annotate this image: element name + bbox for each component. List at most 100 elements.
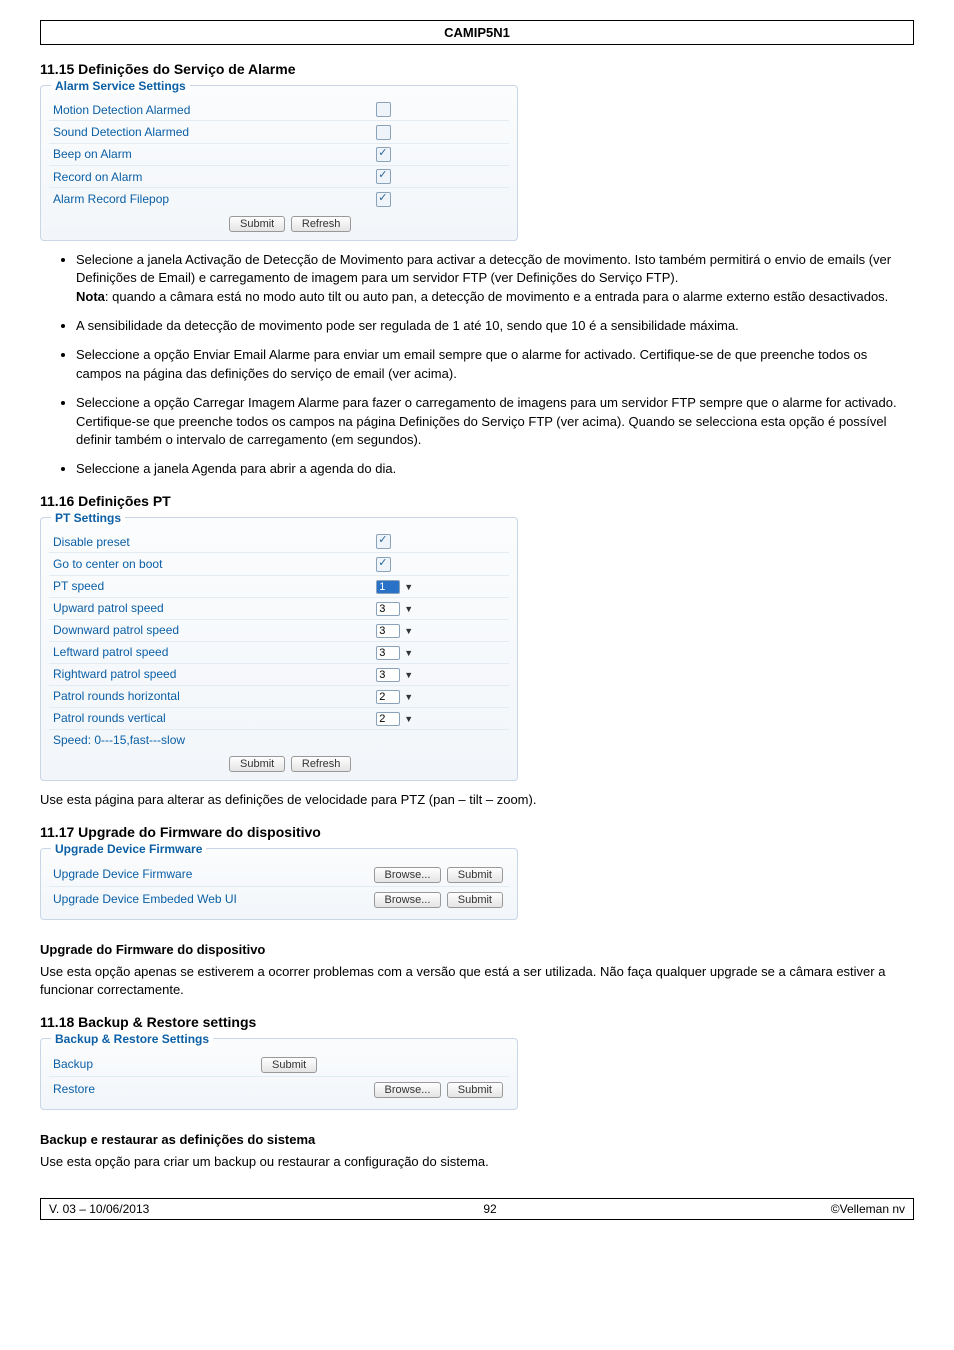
backup-panel-legend: Backup & Restore Settings [51,1032,213,1046]
footer-left: V. 03 – 10/06/2013 [49,1202,149,1216]
table-row: Speed: 0---15,fast---slow [49,729,509,750]
list-item: Seleccione a janela Agenda para abrir a … [76,460,914,479]
disable-preset-checkbox[interactable] [376,534,391,549]
section-11-15-title: 11.15 Definições do Serviço de Alarme [40,61,914,77]
row-label: Sound Detection Alarmed [49,121,372,143]
table-row: Upward patrol speed 3 ▼ [49,597,509,619]
refresh-button[interactable]: Refresh [291,756,352,772]
row-label: Alarm Record Filepop [49,188,372,210]
chevron-down-icon: ▼ [404,692,413,702]
row-label: Patrol rounds horizontal [49,685,372,707]
beep-on-alarm-checkbox[interactable] [376,147,391,162]
motion-detection-checkbox[interactable] [376,102,391,117]
table-row: Patrol rounds vertical 2 ▼ [49,707,509,729]
section-11-16-title: 11.16 Definições PT [40,493,914,509]
chevron-down-icon: ▼ [404,582,413,592]
table-row: Beep on Alarm [49,143,509,165]
row-label: Patrol rounds vertical [49,707,372,729]
table-row: Motion Detection Alarmed [49,99,509,121]
go-center-boot-checkbox[interactable] [376,557,391,572]
row-label: Motion Detection Alarmed [49,99,372,121]
section-11-17-title: 11.17 Upgrade do Firmware do dispositivo [40,824,914,840]
chevron-down-icon: ▼ [404,626,413,636]
list-item: Selecione a janela Activação de Detecção… [76,251,914,308]
alarm-record-filepop-checkbox[interactable] [376,192,391,207]
upward-patrol-select[interactable]: 3 [376,602,400,616]
restore-browse-button[interactable]: Browse... [374,1082,442,1098]
sound-detection-checkbox[interactable] [376,125,391,140]
table-row: Upgrade Device Embeded Web UI Browse... … [49,886,509,911]
bullet-text: Selecione a janela Activação de Detecção… [76,252,891,286]
patrol-vertical-select[interactable]: 2 [376,712,400,726]
rightward-patrol-select[interactable]: 3 [376,668,400,682]
footer-right: ©Velleman nv [831,1202,905,1216]
row-label: Beep on Alarm [49,143,372,165]
row-label: Go to center on boot [49,553,372,575]
row-label: Upgrade Device Embeded Web UI [49,886,257,911]
submit-button[interactable]: Submit [229,216,285,232]
section-11-15-bullets: Selecione a janela Activação de Detecção… [58,251,914,479]
table-row: Rightward patrol speed 3 ▼ [49,663,509,685]
table-row: Backup Submit [49,1052,509,1077]
restore-submit-button[interactable]: Submit [447,1082,503,1098]
chevron-down-icon: ▼ [404,670,413,680]
leftward-patrol-select[interactable]: 3 [376,646,400,660]
pt-settings-table: Disable preset Go to center on boot PT s… [49,531,509,750]
nota-text: : quando a câmara está no modo auto tilt… [105,289,888,304]
section-11-16-para: Use esta página para alterar as definiçõ… [40,791,914,810]
page-header: CAMIP5N1 [40,20,914,45]
row-label: Backup [49,1052,257,1077]
page-footer: V. 03 – 10/06/2013 92 ©Velleman nv [40,1198,914,1220]
page-title: CAMIP5N1 [444,25,510,40]
row-label: Record on Alarm [49,165,372,187]
list-item: Seleccione a opção Enviar Email Alarme p… [76,346,914,384]
bullet-text: Certifique-se que preenche todos os camp… [76,414,887,448]
chevron-down-icon: ▼ [404,604,413,614]
pt-speed-select[interactable]: 1 [376,580,400,594]
row-label: Restore [49,1077,257,1102]
chevron-down-icon: ▼ [404,648,413,658]
submit-button[interactable]: Submit [229,756,285,772]
row-label: Upgrade Device Firmware [49,862,257,887]
bullet-text: Seleccione a opção Carregar Imagem Alarm… [76,395,897,410]
table-row: Leftward patrol speed 3 ▼ [49,641,509,663]
table-row: Go to center on boot [49,553,509,575]
browse-button[interactable]: Browse... [374,892,442,908]
row-label: Disable preset [49,531,372,553]
row-label: Leftward patrol speed [49,641,372,663]
record-on-alarm-checkbox[interactable] [376,169,391,184]
refresh-button[interactable]: Refresh [291,216,352,232]
alarm-panel-legend: Alarm Service Settings [51,79,190,93]
browse-button[interactable]: Browse... [374,867,442,883]
nota-label: Nota [76,289,105,304]
chevron-down-icon: ▼ [404,714,413,724]
table-row: Alarm Record Filepop [49,188,509,210]
pt-settings-panel: PT Settings Disable preset Go to center … [40,517,518,781]
backup-subtitle: Backup e restaurar as definições do sist… [40,1132,914,1147]
upgrade-table: Upgrade Device Firmware Browse... Submit… [49,862,509,911]
table-row: Downward patrol speed3▼ [49,619,509,641]
footer-center: 92 [483,1202,496,1216]
backup-para: Use esta opção para criar um backup ou r… [40,1153,914,1172]
upgrade-para: Use esta opção apenas se estiverem a oco… [40,963,914,1001]
backup-restore-table: Backup Submit Restore Browse... Submit [49,1052,509,1101]
table-row: Record on Alarm [49,165,509,187]
backup-submit-button[interactable]: Submit [261,1057,317,1073]
speed-note: Speed: 0---15,fast---slow [49,729,509,750]
upgrade-firmware-panel: Upgrade Device Firmware Upgrade Device F… [40,848,518,920]
submit-button[interactable]: Submit [447,867,503,883]
table-row: PT speed1▼ [49,575,509,597]
backup-restore-panel: Backup & Restore Settings Backup Submit … [40,1038,518,1110]
row-label: Rightward patrol speed [49,663,372,685]
patrol-horizontal-select[interactable]: 2 [376,690,400,704]
row-label: Upward patrol speed [49,597,372,619]
submit-button[interactable]: Submit [447,892,503,908]
upgrade-subtitle: Upgrade do Firmware do dispositivo [40,942,914,957]
pt-panel-legend: PT Settings [51,511,125,525]
list-item: Seleccione a opção Carregar Imagem Alarm… [76,394,914,451]
list-item: A sensibilidade da detecção de movimento… [76,317,914,336]
table-row: Upgrade Device Firmware Browse... Submit [49,862,509,887]
table-row: Patrol rounds horizontal 2 ▼ [49,685,509,707]
downward-patrol-select[interactable]: 3 [376,624,400,638]
table-row: Disable preset [49,531,509,553]
